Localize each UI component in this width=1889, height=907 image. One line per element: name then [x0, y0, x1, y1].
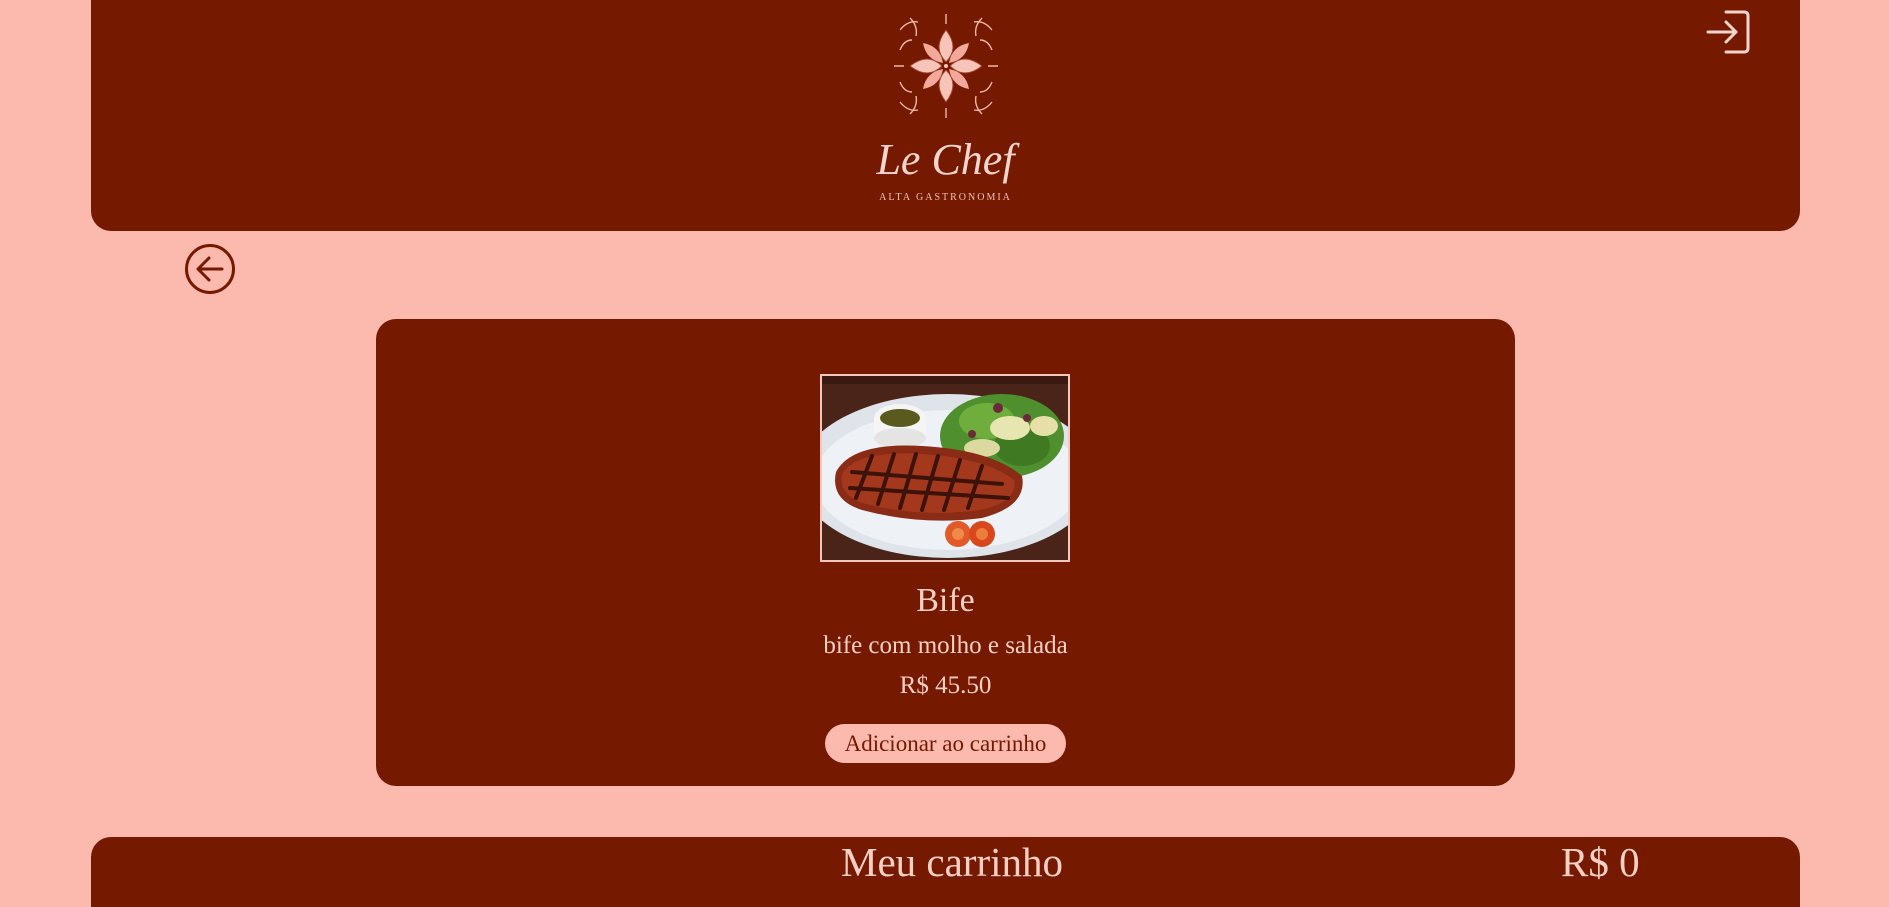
site-header: Le Chef ALTA GASTRONOMIA [91, 0, 1800, 231]
product-price: R$ 45.50 [899, 672, 992, 699]
product-name: Bife [916, 582, 975, 619]
product-description: bife com molho e salada [823, 632, 1068, 659]
cart-bar[interactable]: Meu carrinho R$ 0 [91, 837, 1800, 907]
login-button[interactable] [1704, 8, 1752, 56]
flower-emblem-icon [893, 14, 998, 118]
brand-name: Le Chef [876, 135, 1015, 184]
back-button[interactable] [184, 243, 236, 295]
add-to-cart-button[interactable]: Adicionar ao carrinho [825, 724, 1066, 763]
cart-title: Meu carrinho [841, 839, 1063, 885]
brand-logo[interactable]: Le Chef ALTA GASTRONOMIA [866, 10, 1026, 203]
arrow-left-circle-icon [185, 244, 235, 294]
brand-tagline: ALTA GASTRONOMIA [879, 192, 1012, 203]
product-card: Bife bife com molho e salada R$ 45.50 Ad… [376, 319, 1515, 786]
steak-plate-image [822, 376, 1068, 560]
cart-total: R$ 0 [1561, 839, 1640, 885]
login-icon [1706, 10, 1750, 54]
product-image [820, 374, 1070, 562]
